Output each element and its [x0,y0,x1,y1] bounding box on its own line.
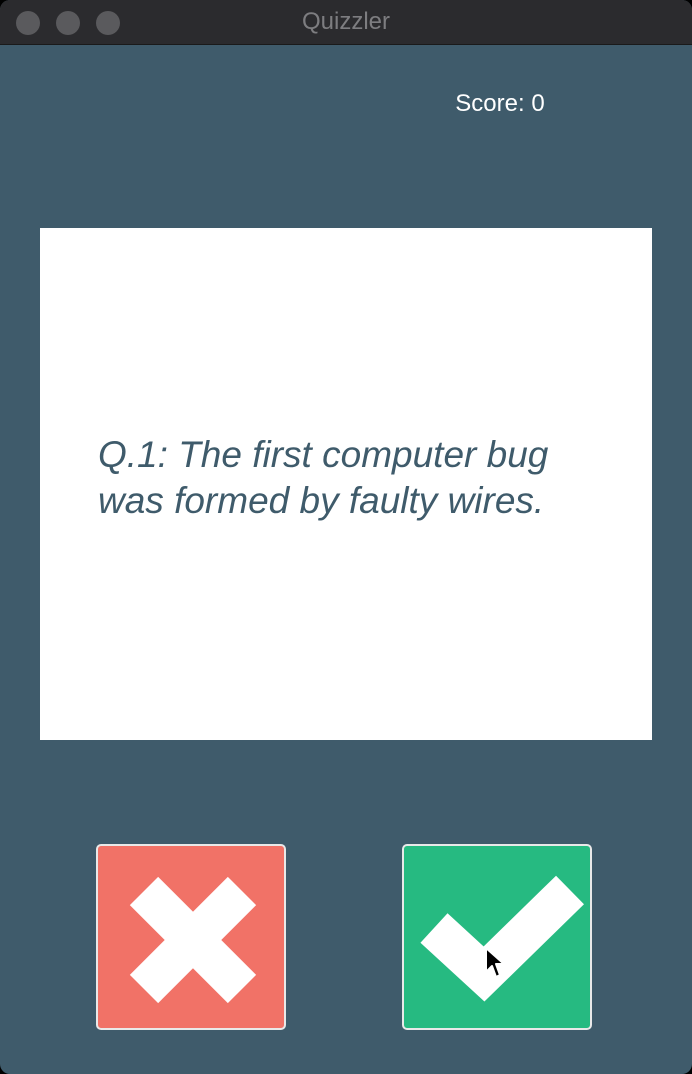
true-button[interactable] [402,844,592,1030]
check-icon [420,875,584,1002]
title-bar: Quizzler [0,0,692,45]
question-card: Q.1: The first computer bug was formed b… [40,228,652,740]
score-label: Score: 0 [455,90,545,117]
mouse-cursor-icon [485,947,505,978]
cross-icon [129,876,257,1004]
question-text: Q.1: The first computer bug was formed b… [98,434,549,521]
app-window: Quizzler Score: 0 Q.1: The first compute… [0,0,692,1074]
false-button[interactable] [96,844,286,1030]
window-title: Quizzler [301,8,391,35]
